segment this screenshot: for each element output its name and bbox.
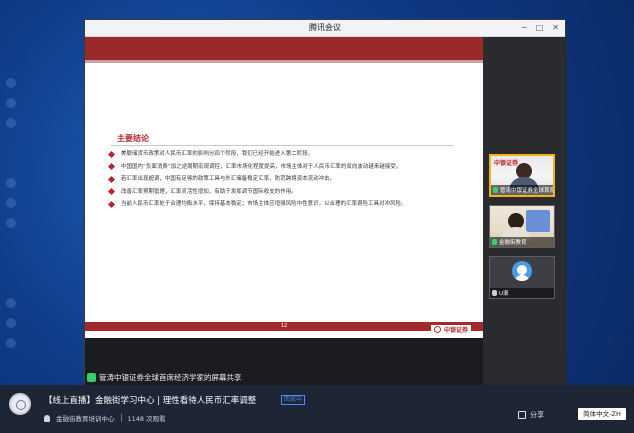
slide-header-bar <box>85 37 483 63</box>
screen-share-bar[interactable]: 管涛中银证券全球首席经济学家的屏幕共享 <box>85 368 483 386</box>
close-icon[interactable]: ✕ <box>552 23 559 33</box>
slide-section-title: 主要结论 <box>117 134 149 143</box>
mic-icon <box>492 290 497 296</box>
slide-bullet-list: 美联储货币政策对人民币汇率的影响分四个阶段，我们已经开始进入第二阶段。 中国国内… <box>107 150 455 213</box>
org-logo <box>9 393 31 415</box>
minimize-icon[interactable]: ─ <box>522 23 527 33</box>
share-label: 分享 <box>530 411 544 419</box>
brand-logo-icon <box>433 326 441 333</box>
avatar-icon <box>512 261 532 281</box>
status-badge: 回放中 <box>281 395 306 405</box>
tile-brand-label: 中银证券 <box>494 160 519 167</box>
slide-bullet: 中国国内“负面消费”加之逆周期宏观调控，汇率市场化程度提高，市场主体对于人民币汇… <box>107 163 455 172</box>
mic-icon <box>492 239 497 245</box>
meeting-window: 腾讯会议 ─ □ ✕ 主要结论 美联储货币政策对人民币汇率的影响分四个阶段，我们… <box>84 19 567 386</box>
shared-slide: 主要结论 美联储货币政策对人民币汇率的影响分四个阶段，我们已经开始进入第二阶段。… <box>85 37 483 338</box>
share-button[interactable]: 分享 <box>518 410 544 420</box>
window-title: 腾讯会议 <box>309 23 341 32</box>
slide-footer-logo: 中银证券 <box>430 325 471 334</box>
language-select[interactable]: 简体中文-ZH <box>578 408 626 420</box>
slide-bullet: 当前人民币汇率处于合理均衡水平，保持基本稳定；市场主体应增强风险中性意识，以合理… <box>107 200 455 209</box>
slide-bullet: 美联储货币政策对人民币汇率的影响分四个阶段，我们已经开始进入第二阶段。 <box>107 150 455 159</box>
live-info-bar: 【线上直播】金融街学习中心 | 理性看待人民币汇率调整 回放中 金融街教育培训中… <box>0 385 634 433</box>
screen-share-label: 管涛中银证券全球首席经济学家的屏幕共享 <box>99 372 242 382</box>
mic-icon <box>493 187 498 193</box>
participant-tile-speaker[interactable]: 中银证券 管涛中银证券全球首席... <box>489 154 555 197</box>
view-count: 1148 次观看 <box>127 415 166 423</box>
slide-divider <box>111 145 453 146</box>
live-meta: 金融街教育培训中心 1148 次观看 <box>44 413 166 423</box>
slide-bullet: 改善汇率预期管理，汇率灵活性增加，有助于发挥调节国际收支的作用。 <box>107 188 455 197</box>
slide-bullet: 若汇率出现超调，中国有足够的政策工具与外汇储备稳定汇率，防范跨境资本流动冲击。 <box>107 175 455 184</box>
share-icon <box>518 411 526 419</box>
live-title: 【线上直播】金融街学习中心 | 理性看待人民币汇率调整 <box>44 396 257 406</box>
participant-tile[interactable]: 金融街教育 <box>489 205 555 248</box>
background-dots <box>0 0 70 380</box>
maximize-icon[interactable]: □ <box>536 23 544 33</box>
participant-name: 金融街教育 <box>499 240 527 246</box>
user-icon <box>44 414 50 422</box>
screen-share-icon <box>87 372 96 382</box>
participants-panel: 中银证券 管涛中银证券全球首席... 金融街教育 U滚 <box>483 37 567 386</box>
participant-name: U滚 <box>499 291 509 297</box>
background-poster <box>526 210 550 232</box>
participant-tile[interactable]: U滚 <box>489 256 555 299</box>
org-name[interactable]: 金融街教育培训中心 <box>56 413 115 423</box>
participant-name: 管涛中银证券全球首席... <box>500 188 553 194</box>
window-titlebar: 腾讯会议 ─ □ ✕ <box>85 20 565 37</box>
meta-divider <box>120 414 122 422</box>
slide-page-number: 12 <box>280 323 288 329</box>
